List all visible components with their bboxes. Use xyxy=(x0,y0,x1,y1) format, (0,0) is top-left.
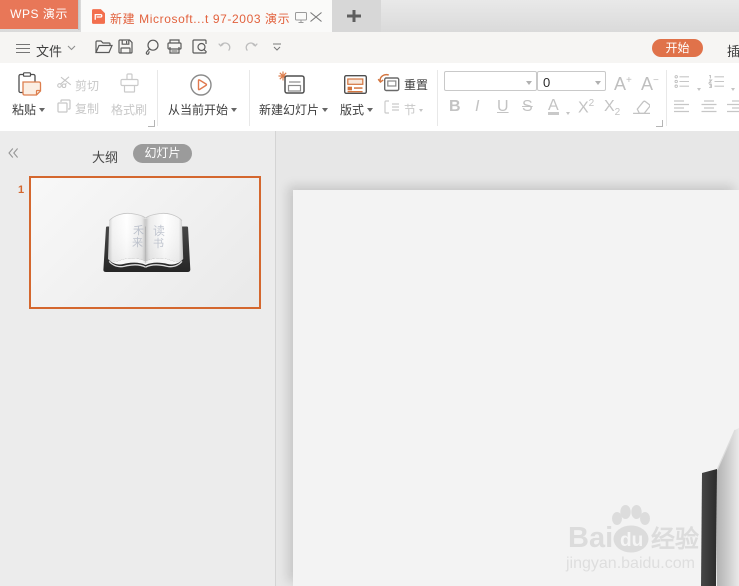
svg-text:来: 来 xyxy=(132,236,143,249)
svg-text:经验: 经验 xyxy=(651,525,699,553)
svg-text:禾: 禾 xyxy=(133,224,144,237)
svg-text:Bai: Bai xyxy=(568,522,613,554)
svg-text:jingyan.baidu.com: jingyan.baidu.com xyxy=(565,555,695,572)
svg-text:读: 读 xyxy=(153,224,165,238)
svg-text:du: du xyxy=(620,530,643,551)
svg-text:书: 书 xyxy=(153,237,164,250)
